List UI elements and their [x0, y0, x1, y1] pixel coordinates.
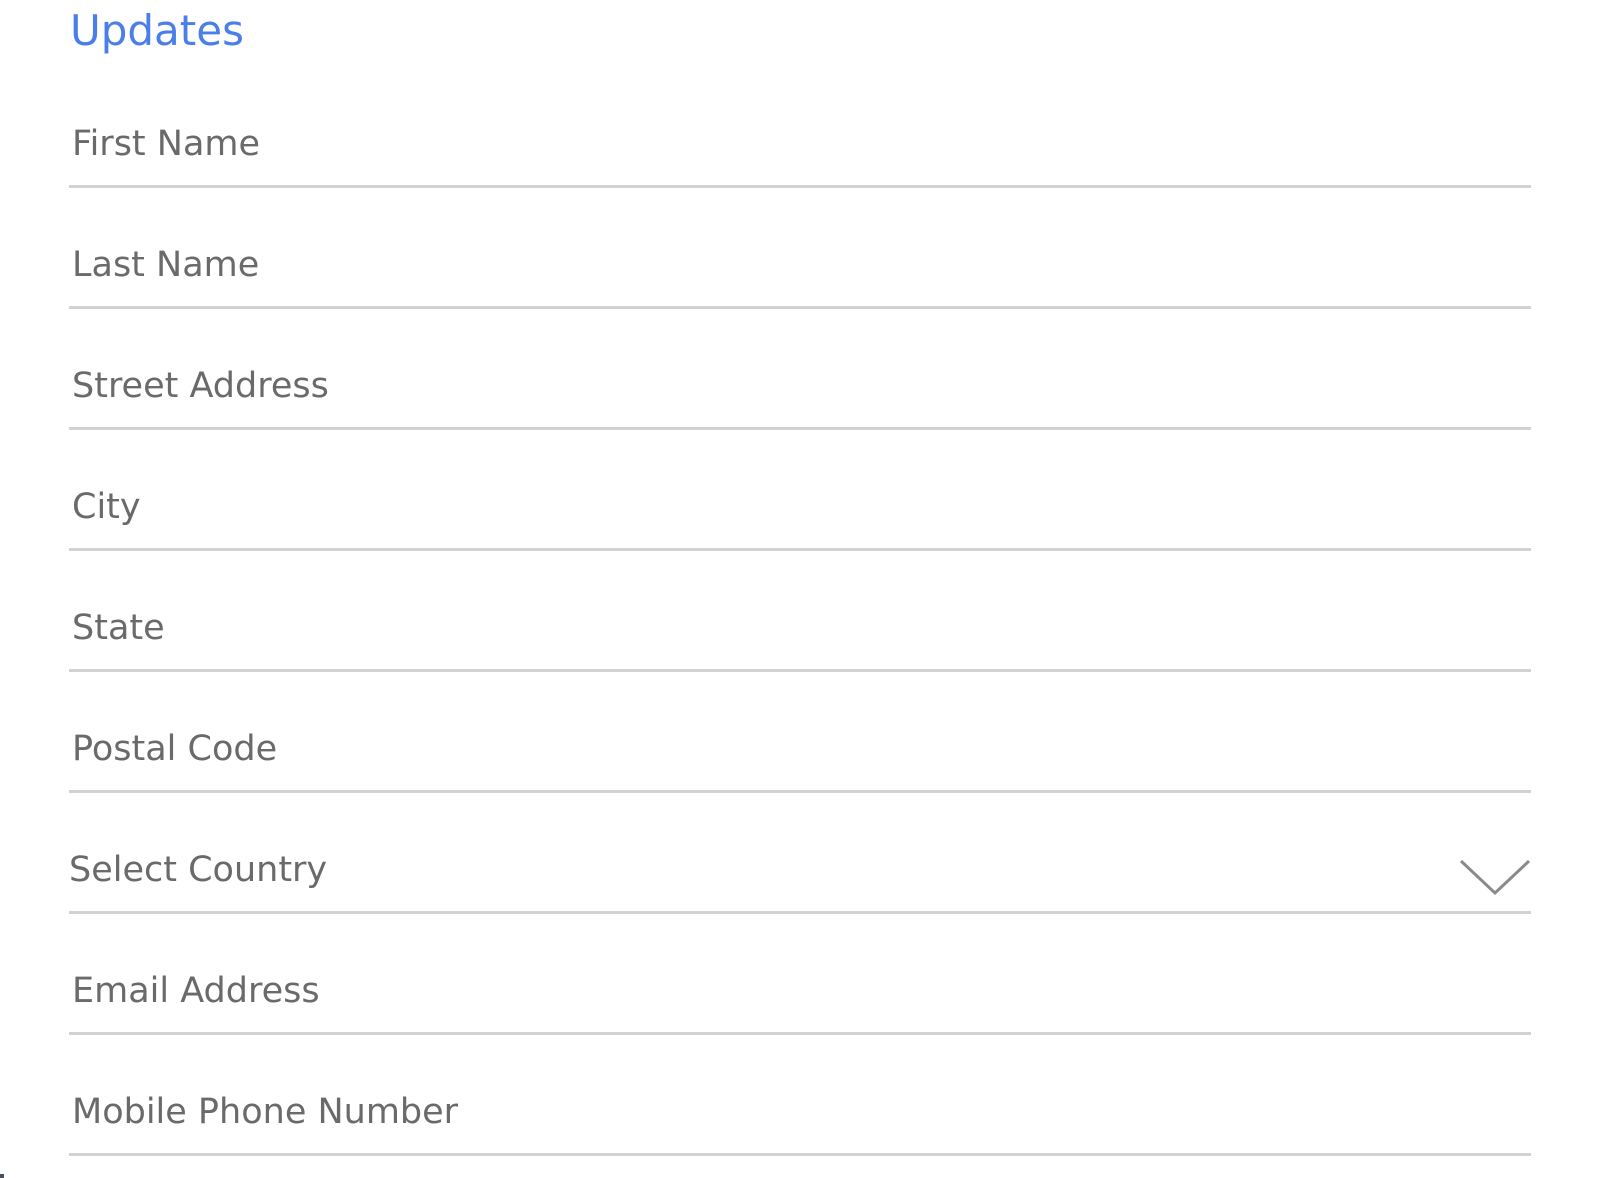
first-name-input[interactable]	[72, 123, 1452, 165]
mobile-phone-field[interactable]	[69, 1084, 1531, 1156]
city-field[interactable]	[69, 479, 1531, 551]
city-input[interactable]	[72, 486, 1452, 528]
chevron-down-icon[interactable]	[1459, 857, 1531, 897]
window-corner	[0, 1174, 4, 1178]
street-address-field[interactable]	[69, 358, 1531, 430]
country-select[interactable]: Select Country	[69, 842, 1531, 914]
first-name-field[interactable]	[69, 116, 1531, 188]
last-name-field[interactable]	[69, 237, 1531, 309]
email-address-field[interactable]	[69, 963, 1531, 1035]
postal-code-field[interactable]	[69, 721, 1531, 793]
last-name-input[interactable]	[72, 244, 1452, 286]
form-title: Updates	[70, 6, 244, 55]
updates-form-page: Updates Select Country	[0, 0, 1600, 1178]
state-input[interactable]	[72, 607, 1452, 649]
state-field[interactable]	[69, 600, 1531, 672]
mobile-phone-input[interactable]	[72, 1091, 1452, 1133]
email-address-input[interactable]	[72, 970, 1452, 1012]
postal-code-input[interactable]	[72, 728, 1452, 770]
country-select-value: Select Country	[69, 850, 328, 890]
street-address-input[interactable]	[72, 365, 1452, 407]
